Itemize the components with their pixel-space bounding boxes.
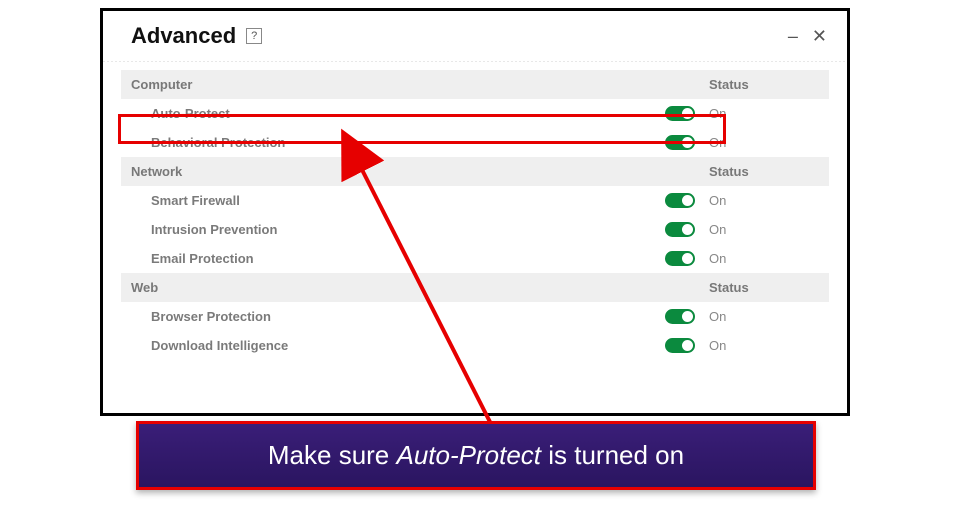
toggle-email-protection[interactable] <box>665 251 695 266</box>
section-label: Network <box>121 164 665 179</box>
toggle-browser-protection[interactable] <box>665 309 695 324</box>
divider <box>103 61 847 62</box>
section-label: Computer <box>121 77 665 92</box>
toggle-smart-firewall[interactable] <box>665 193 695 208</box>
toggle-intrusion-prevention[interactable] <box>665 222 695 237</box>
minimize-button[interactable]: – <box>788 27 798 45</box>
status-text: On <box>709 193 829 208</box>
setting-label: Browser Protection <box>121 309 665 324</box>
setting-row-smart-firewall: Smart Firewall On <box>121 186 829 215</box>
section-header-computer: Computer Status <box>121 70 829 99</box>
help-icon[interactable]: ? <box>246 28 262 44</box>
settings-window: Advanced ? – ✕ Computer Status Auto-Prot… <box>100 8 850 416</box>
setting-row-auto-protect: Auto-Protect On <box>121 99 829 128</box>
setting-label: Smart Firewall <box>121 193 665 208</box>
setting-label: Intrusion Prevention <box>121 222 665 237</box>
section-header-web: Web Status <box>121 273 829 302</box>
status-text: On <box>709 309 829 324</box>
window-controls: – ✕ <box>788 27 827 45</box>
status-header: Status <box>709 77 829 92</box>
close-button[interactable]: ✕ <box>812 27 827 45</box>
instruction-callout: Make sure Auto-Protect is turned on <box>136 421 816 490</box>
toggle-auto-protect[interactable] <box>665 106 695 121</box>
setting-label: Email Protection <box>121 251 665 266</box>
setting-row-behavioral-protection: Behavioral Protection On <box>121 128 829 157</box>
setting-label: Behavioral Protection <box>121 135 665 150</box>
toggle-behavioral-protection[interactable] <box>665 135 695 150</box>
status-text: On <box>709 338 829 353</box>
callout-em: Auto-Protect <box>397 440 542 470</box>
status-text: On <box>709 251 829 266</box>
status-header: Status <box>709 280 829 295</box>
title-bar: Advanced ? – ✕ <box>103 11 847 61</box>
setting-row-download-intelligence: Download Intelligence On <box>121 331 829 360</box>
status-text: On <box>709 222 829 237</box>
status-text: On <box>709 106 829 121</box>
section-label: Web <box>121 280 665 295</box>
status-text: On <box>709 135 829 150</box>
toggle-download-intelligence[interactable] <box>665 338 695 353</box>
callout-prefix: Make sure <box>268 440 397 470</box>
callout-suffix: is turned on <box>541 440 684 470</box>
setting-row-browser-protection: Browser Protection On <box>121 302 829 331</box>
setting-label: Auto-Protect <box>121 106 665 121</box>
section-header-network: Network Status <box>121 157 829 186</box>
setting-label: Download Intelligence <box>121 338 665 353</box>
status-header: Status <box>709 164 829 179</box>
setting-row-intrusion-prevention: Intrusion Prevention On <box>121 215 829 244</box>
page-title: Advanced <box>131 23 236 49</box>
setting-row-email-protection: Email Protection On <box>121 244 829 273</box>
settings-table: Computer Status Auto-Protect On Behavior… <box>103 70 847 360</box>
